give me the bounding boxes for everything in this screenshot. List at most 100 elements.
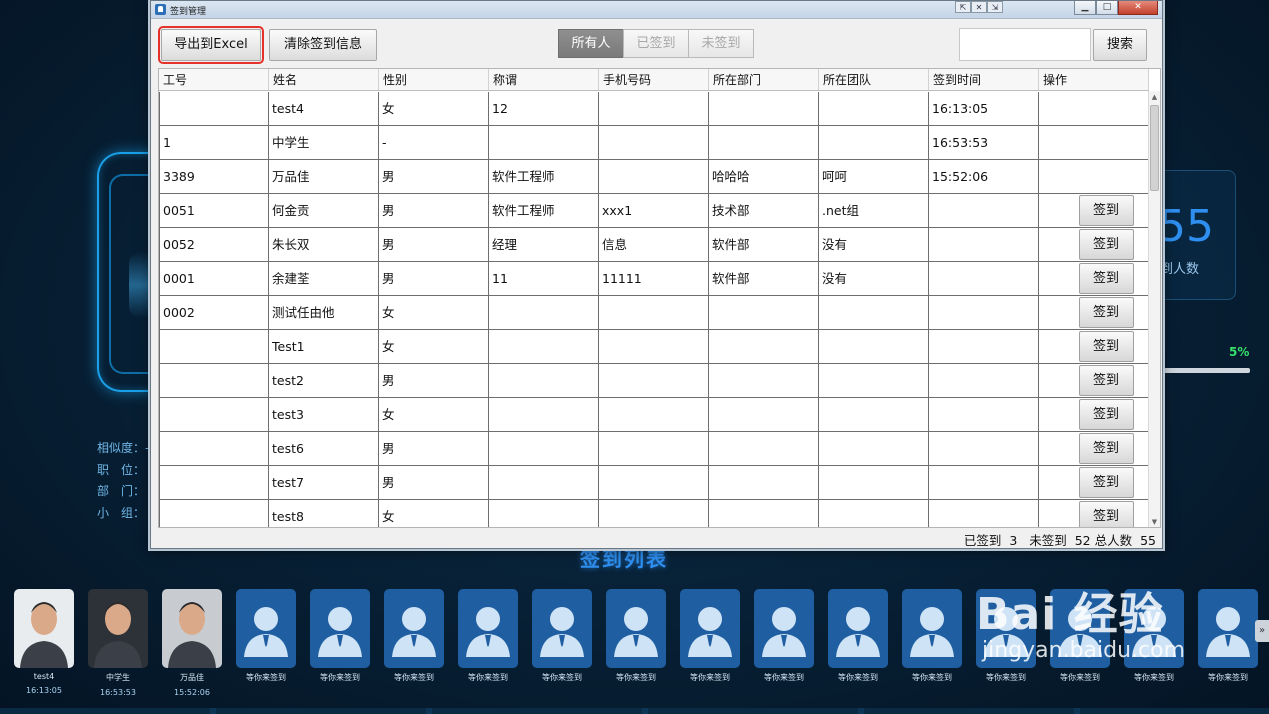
table-row[interactable]: 0001 余建荃男 11 11111 软件部 没有 签到 (159, 262, 1149, 296)
float-controls: ⇱ ✕ ⇲ (955, 1, 1003, 13)
table-row[interactable]: 0051 何金贡男软件工程师 xxx1 技术部 .net组 签到 (159, 194, 1149, 228)
column-header-id[interactable]: 工号 (159, 69, 269, 90)
table-row[interactable]: test8 女 签到 (159, 500, 1149, 527)
sign-list-time: 16:13:05 (26, 686, 62, 695)
sign-in-button[interactable]: 签到 (1078, 433, 1134, 464)
sign-list-item: 等你来签到 (384, 589, 444, 697)
cell-gender: 女 (379, 398, 489, 431)
minimize-button[interactable]: ▁ (1074, 1, 1096, 15)
cell-id: 0001 (159, 262, 269, 295)
column-header-title[interactable]: 称谓 (489, 69, 599, 90)
table-row[interactable]: test2 男 签到 (159, 364, 1149, 398)
export-excel-button[interactable]: 导出到Excel (158, 26, 264, 64)
avatar-photo (14, 589, 74, 668)
group-label: 小 组： (97, 505, 146, 520)
cell-time (929, 432, 1039, 465)
column-header-dept[interactable]: 所在部门 (709, 69, 819, 90)
table-row[interactable]: 0052 朱长双男经理 信息 软件部 没有 签到 (159, 228, 1149, 262)
cell-time (929, 296, 1039, 329)
column-header-name[interactable]: 姓名 (269, 69, 379, 90)
cell-time (929, 262, 1039, 295)
column-header-phone[interactable]: 手机号码 (599, 69, 709, 90)
column-header-action[interactable]: 操作 (1039, 69, 1149, 90)
vertical-scrollbar[interactable]: ▲ ▼ (1148, 91, 1160, 527)
cell-team: .net组 (819, 194, 929, 227)
cell-dept (709, 92, 819, 125)
filter-unsigned-tab[interactable]: 未签到 (688, 29, 754, 58)
table-row[interactable]: 1 中学生 - 16:53:53 (159, 126, 1149, 160)
sign-list-name: 万品佳 (180, 673, 204, 682)
avatar-placeholder-icon (1198, 589, 1258, 668)
sign-in-button[interactable]: 签到 (1078, 467, 1134, 498)
status-stats: 已签到 3 未签到 52 总人数 55 (964, 530, 1156, 549)
cell-gender: 女 (379, 296, 489, 329)
sign-list-name: 等你来签到 (764, 673, 804, 682)
table-row[interactable]: Test1 女 签到 (159, 330, 1149, 364)
cell-id: 3389 (159, 160, 269, 193)
avatar-photo (162, 589, 222, 668)
cell-title (489, 398, 599, 431)
cell-time: 15:52:06 (929, 160, 1039, 193)
sign-in-button[interactable]: 签到 (1078, 297, 1134, 328)
filter-segment: 所有人 已签到 未签到 (558, 29, 754, 58)
filter-signed-tab[interactable]: 已签到 (623, 29, 689, 58)
table-row[interactable]: test3 女 签到 (159, 398, 1149, 432)
cell-action (1039, 160, 1149, 193)
cell-action: 签到 (1039, 194, 1149, 227)
cell-time: 16:53:53 (929, 126, 1039, 159)
table-row[interactable]: test7 男 签到 (159, 466, 1149, 500)
table-row[interactable]: test6 男 签到 (159, 432, 1149, 466)
avatar-placeholder-icon (532, 589, 592, 668)
sign-in-button[interactable]: 签到 (1078, 501, 1134, 527)
cell-phone (599, 92, 709, 125)
cell-phone (599, 330, 709, 363)
cell-time: 16:13:05 (929, 92, 1039, 125)
column-header-gender[interactable]: 性别 (379, 69, 489, 90)
cell-team (819, 330, 929, 363)
cell-phone (599, 398, 709, 431)
sign-list-name: test4 (33, 672, 55, 681)
sign-in-button[interactable]: 签到 (1078, 331, 1134, 362)
sign-list-name: 等你来签到 (542, 673, 582, 682)
search-button[interactable]: 搜索 (1093, 29, 1147, 61)
search-input[interactable] (959, 28, 1091, 61)
watermark: Bai 经验 jingyan.baidu.com (976, 578, 1185, 663)
sign-list-item: test4 16:13:05 (14, 589, 74, 697)
close-button[interactable]: ✕ (1118, 1, 1158, 15)
scroll-down-arrow[interactable]: ▼ (1149, 516, 1160, 527)
sign-in-button[interactable]: 签到 (1078, 365, 1134, 396)
avatar-photo (88, 589, 148, 668)
clear-sign-info-button[interactable]: 清除签到信息 (269, 29, 377, 61)
sign-in-button[interactable]: 签到 (1078, 263, 1134, 294)
unsigned-label: 未签到 (1029, 533, 1067, 548)
cell-id: 0052 (159, 228, 269, 261)
table-row[interactable]: 3389 万品佳男软件工程师 哈哈哈 呵呵 15:52:06 (159, 160, 1149, 194)
cell-dept (709, 126, 819, 159)
window-titlebar[interactable]: 签到管理 ⇱ ✕ ⇲ ▁ □ ✕ (151, 1, 1162, 19)
cell-id (159, 432, 269, 465)
sign-in-button[interactable]: 签到 (1078, 399, 1134, 430)
cell-title: 经理 (489, 228, 599, 261)
close-small-icon[interactable]: ✕ (971, 1, 987, 13)
sign-in-button[interactable]: 签到 (1078, 195, 1134, 226)
watermark-site: jingyan.baidu.com (982, 638, 1186, 663)
scroll-up-arrow[interactable]: ▲ (1149, 91, 1160, 103)
restore-icon[interactable]: ⇱ (955, 1, 971, 13)
column-header-time[interactable]: 签到时间 (929, 69, 1039, 90)
cell-title: 软件工程师 (489, 160, 599, 193)
pin-icon[interactable]: ⇲ (987, 1, 1003, 13)
next-arrow-button[interactable]: » (1255, 620, 1269, 642)
cell-name: test7 (269, 466, 379, 499)
scroll-thumb[interactable] (1150, 105, 1159, 191)
cell-gender: 男 (379, 228, 489, 261)
sign-in-button[interactable]: 签到 (1078, 229, 1134, 260)
sign-list-item: 等你来签到 (458, 589, 518, 697)
watermark-brand: Bai 经验 (976, 589, 1164, 640)
sign-list-name: 等你来签到 (246, 673, 286, 682)
filter-all-tab[interactable]: 所有人 (558, 29, 624, 58)
table-row[interactable]: test4 女 12 16:13:05 (159, 92, 1149, 126)
maximize-button[interactable]: □ (1096, 1, 1118, 15)
table-row[interactable]: 0002 测试任由他女 签到 (159, 296, 1149, 330)
cell-team (819, 364, 929, 397)
column-header-team[interactable]: 所在团队 (819, 69, 929, 90)
